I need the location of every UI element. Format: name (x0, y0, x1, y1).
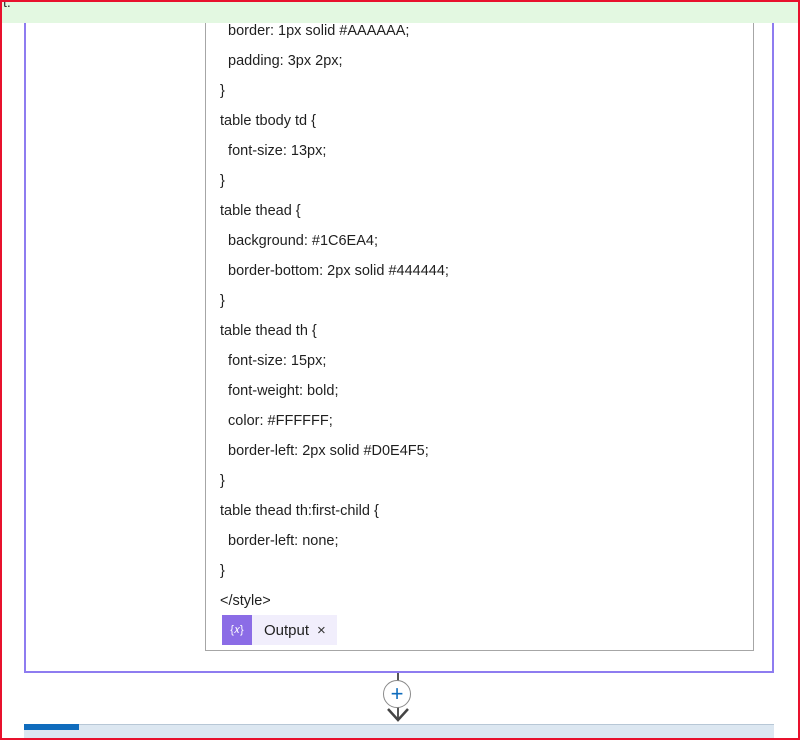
code-line: padding: 3px 2px; (220, 53, 343, 69)
code-line: } (220, 563, 225, 579)
code-line: background: #1C6EA4; (220, 233, 378, 249)
code-line: font-size: 15px; (220, 353, 327, 369)
arrow-down-icon (387, 708, 409, 722)
code-line: table thead th:first-child { (220, 503, 379, 519)
top-banner: t. (0, 0, 800, 23)
variable-icon: {𝑥} (222, 615, 252, 645)
next-action-card-header[interactable] (24, 724, 774, 740)
code-line: } (220, 293, 225, 309)
insert-step-button[interactable]: + (383, 680, 411, 708)
code-line: border-left: 2px solid #D0E4F5; (220, 443, 429, 459)
code-line: font-size: 13px; (220, 143, 327, 159)
code-line: table thead th { (220, 323, 317, 339)
code-line: table thead { (220, 203, 301, 219)
code-line: border-left: none; (220, 533, 339, 549)
plus-icon: + (390, 681, 404, 706)
code-line: } (220, 473, 225, 489)
dynamic-content-token[interactable]: {𝑥} Output × (222, 615, 337, 645)
remove-token-button[interactable]: × (317, 622, 326, 639)
code-line: } (220, 173, 225, 189)
code-line: color: #FFFFFF; (220, 413, 333, 429)
code-line: border: 1px solid #AAAAAA; (220, 23, 410, 39)
code-line: </style> (220, 593, 271, 609)
code-line: } (220, 83, 225, 99)
code-line: table tbody td { (220, 113, 316, 129)
token-label: Output (264, 621, 310, 639)
next-action-accent (24, 724, 79, 730)
code-line: font-weight: bold; (220, 383, 339, 399)
banner-text: t. (3, 0, 11, 10)
code-line: border-bottom: 2px solid #444444; (220, 263, 449, 279)
